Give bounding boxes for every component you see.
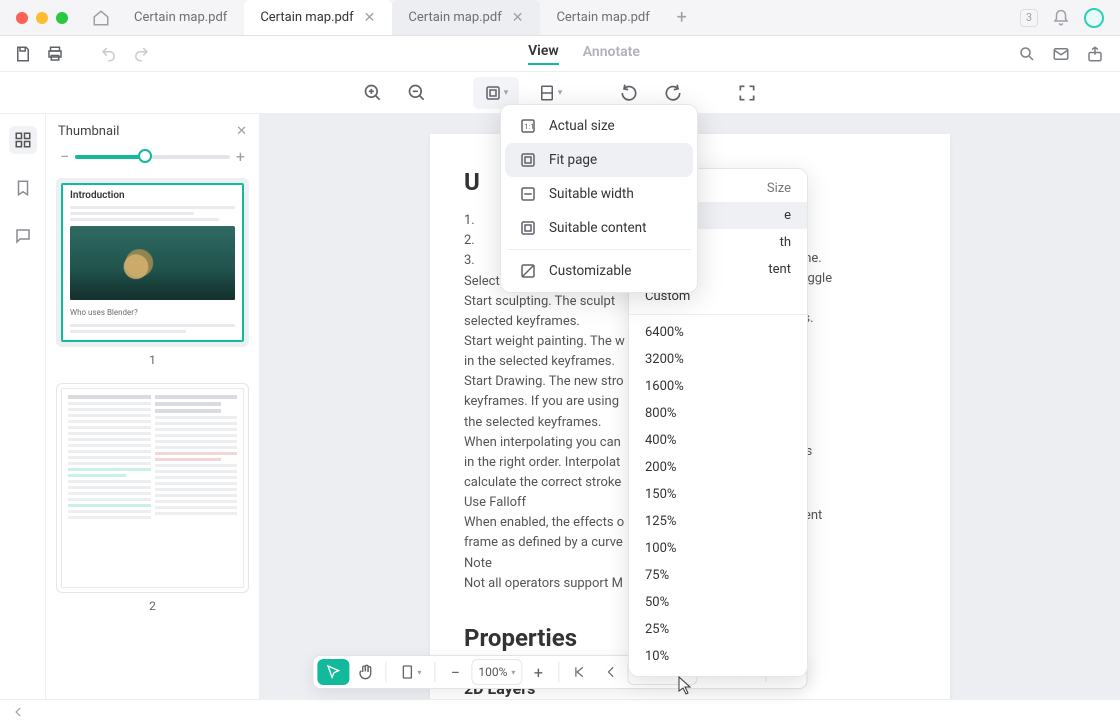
window-maximize-button[interactable]: [56, 12, 68, 24]
zoom-1600[interactable]: 1600%: [629, 373, 807, 400]
rail-bookmarks-icon[interactable]: [9, 174, 37, 202]
menu-suitable-content[interactable]: Suitable content: [505, 211, 693, 245]
title-bar: Certain map.pdf Certain map.pdf ✕ Certai…: [0, 0, 1120, 36]
thumbnail-panel: Thumbnail ✕ − + Introduction Who uses Bl…: [46, 114, 260, 699]
zoom-200[interactable]: 200%: [629, 454, 807, 481]
menu-customizable[interactable]: Customizable: [505, 254, 693, 288]
slider-knob[interactable]: [138, 149, 152, 163]
menu-actual-size[interactable]: 1:1 Actual size: [505, 109, 693, 143]
zoom-50[interactable]: 50%: [629, 589, 807, 616]
fullscreen-icon[interactable]: [729, 77, 765, 109]
slider-plus-icon[interactable]: +: [236, 147, 245, 166]
tab-strip: Certain map.pdf Certain map.pdf ✕ Certai…: [118, 0, 1020, 35]
tab-4-label: Certain map.pdf: [556, 10, 649, 25]
notification-count[interactable]: 3: [1020, 9, 1038, 27]
footer-zoom-out-icon[interactable]: −: [439, 659, 471, 685]
zoom-125[interactable]: 125%: [629, 508, 807, 535]
window-close-button[interactable]: [16, 12, 28, 24]
thumbnail-page-1[interactable]: Introduction Who uses Blender?: [56, 178, 249, 347]
home-button[interactable]: [92, 9, 110, 27]
search-icon[interactable]: [1018, 45, 1036, 63]
thumbnail-page-2[interactable]: [56, 383, 249, 593]
prev-page-icon[interactable]: [595, 659, 627, 685]
menu-fit-page[interactable]: Fit page: [505, 143, 693, 177]
thumb-1-number: 1: [56, 353, 249, 367]
zoom-in-icon[interactable]: [355, 77, 391, 109]
tab-1[interactable]: Certain map.pdf: [118, 0, 244, 35]
mode-bar: View Annotate: [0, 36, 1120, 72]
titlebar-right: 3: [1020, 8, 1120, 28]
left-rail: [0, 114, 46, 699]
page-display-button[interactable]: ▾: [390, 659, 430, 685]
slider-minus-icon[interactable]: −: [60, 147, 69, 166]
thumb-1-image: [70, 226, 235, 300]
bell-icon[interactable]: [1052, 9, 1070, 27]
undo-icon[interactable]: [100, 45, 118, 63]
window-minimize-button[interactable]: [36, 12, 48, 24]
zoom-10[interactable]: 10%: [629, 643, 807, 670]
print-icon[interactable]: [46, 45, 64, 63]
avatar[interactable]: [1084, 8, 1104, 28]
svg-text:1:1: 1:1: [524, 122, 534, 131]
share-icon[interactable]: [1086, 45, 1104, 63]
redo-icon[interactable]: [132, 45, 150, 63]
tab-1-label: Certain map.pdf: [134, 10, 227, 25]
tab-2-close-icon[interactable]: ✕: [364, 11, 376, 25]
thumbnail-panel-close-icon[interactable]: ✕: [236, 124, 247, 139]
tab-3-close-icon[interactable]: ✕: [512, 11, 524, 25]
zoom-25[interactable]: 25%: [629, 616, 807, 643]
slider-track[interactable]: [75, 155, 230, 159]
select-tool-button[interactable]: [317, 659, 349, 685]
hand-tool-button[interactable]: [349, 659, 381, 685]
zoom-3200[interactable]: 3200%: [629, 346, 807, 373]
footer-zoom-in-icon[interactable]: +: [522, 659, 554, 685]
zoom-800[interactable]: 800%: [629, 400, 807, 427]
zoom-150[interactable]: 150%: [629, 481, 807, 508]
thumb-1-title: Introduction: [62, 184, 243, 203]
zoom-out-icon[interactable]: [399, 77, 435, 109]
mode-annotate[interactable]: Annotate: [583, 44, 640, 64]
tab-2-label: Certain map.pdf: [260, 10, 353, 25]
status-bar: [0, 699, 1120, 723]
thumb-1-subtitle: Who uses Blender?: [62, 304, 243, 321]
window-controls: [0, 12, 68, 24]
tab-4[interactable]: Certain map.pdf: [540, 0, 666, 35]
collapse-sidebar-icon[interactable]: [12, 705, 26, 719]
tab-3-label: Certain map.pdf: [408, 10, 501, 25]
mode-view[interactable]: View: [528, 43, 559, 65]
zoom-100[interactable]: 100%: [629, 535, 807, 562]
thumbnail-size-slider[interactable]: − +: [46, 145, 259, 172]
menu-suitable-width[interactable]: Suitable width: [505, 177, 693, 211]
save-icon[interactable]: [14, 45, 32, 63]
new-tab-button[interactable]: +: [667, 0, 697, 35]
tab-3[interactable]: Certain map.pdf ✕: [392, 0, 540, 35]
zoom-400[interactable]: 400%: [629, 427, 807, 454]
thumbnail-panel-title: Thumbnail: [58, 124, 119, 139]
first-page-icon[interactable]: [563, 659, 595, 685]
zoom-75[interactable]: 75%: [629, 562, 807, 589]
fit-mode-menu: 1:1 Actual size Fit page Suitable width …: [500, 104, 698, 293]
rail-thumbnails-icon[interactable]: [9, 126, 37, 154]
rail-comments-icon[interactable]: [9, 222, 37, 250]
thumb-2-number: 2: [56, 599, 249, 613]
zoom-level-dropdown[interactable]: 100%▾: [471, 659, 522, 685]
tab-2[interactable]: Certain map.pdf ✕: [244, 0, 392, 35]
zoom-6400[interactable]: 6400%: [629, 319, 807, 346]
mail-icon[interactable]: [1052, 45, 1070, 63]
